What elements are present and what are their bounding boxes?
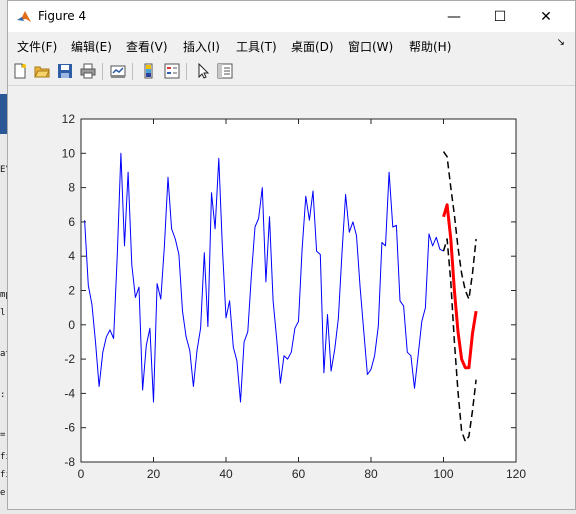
menu-edit[interactable]: 编辑(E) xyxy=(71,38,112,55)
menu-window[interactable]: 窗口(W) xyxy=(348,38,393,55)
insert-colorbar-icon[interactable] xyxy=(140,62,158,80)
y-tick-label: 10 xyxy=(62,146,76,160)
open-file-icon[interactable] xyxy=(33,62,51,80)
menu-view[interactable]: 查看(V) xyxy=(126,38,168,55)
minimize-button[interactable]: — xyxy=(431,1,477,32)
figure-toolbar xyxy=(8,58,575,86)
minimize-icon: — xyxy=(447,8,461,25)
y-tick-label: 2 xyxy=(68,284,75,298)
edit-plot-icon[interactable] xyxy=(194,62,212,80)
x-tick-label: 40 xyxy=(219,467,233,481)
property-inspector-icon[interactable] xyxy=(216,62,234,80)
menu-tools[interactable]: 工具(T) xyxy=(236,38,277,55)
y-tick-label: -4 xyxy=(64,386,75,400)
y-tick-label: -6 xyxy=(64,421,75,435)
background-fragment: : xyxy=(0,390,6,400)
maximize-button[interactable]: ☐ xyxy=(477,1,523,32)
x-tick-label: 0 xyxy=(78,467,85,481)
matlab-logo-icon xyxy=(17,11,31,22)
menu-help[interactable]: 帮助(H) xyxy=(409,38,451,55)
maximize-icon: ☐ xyxy=(493,8,507,25)
background-fragment: = xyxy=(0,430,6,440)
toolbar-separator xyxy=(102,63,103,80)
y-tick-label: -8 xyxy=(64,455,75,469)
y-tick-label: 12 xyxy=(62,112,76,126)
window-title: Figure 4 xyxy=(38,9,87,23)
x-tick-label: 100 xyxy=(433,467,453,481)
y-tick-label: -2 xyxy=(64,352,75,366)
save-icon[interactable] xyxy=(56,62,74,80)
toolbar-separator xyxy=(186,63,187,80)
y-tick-label: 8 xyxy=(68,181,75,195)
y-tick-label: 6 xyxy=(68,215,75,229)
menu-bar: 文件(F) 编辑(E) 查看(V) 插入(I) 工具(T) 桌面(D) 窗口(W… xyxy=(8,32,575,58)
close-icon: ✕ xyxy=(540,8,552,25)
x-tick-label: 120 xyxy=(506,467,526,481)
menu-desktop[interactable]: 桌面(D) xyxy=(291,38,334,55)
x-tick-label: 60 xyxy=(292,467,306,481)
y-tick-label: 0 xyxy=(68,318,75,332)
toolbar-separator xyxy=(132,63,133,80)
title-bar[interactable]: Figure 4 — ☐ ✕ xyxy=(8,1,575,32)
figure-window: Figure 4 — ☐ ✕ 文件(F) 编辑(E) 查看(V) 插入(I) 工… xyxy=(7,0,576,510)
menu-insert[interactable]: 插入(I) xyxy=(183,38,220,55)
x-tick-label: 80 xyxy=(364,467,378,481)
close-button[interactable]: ✕ xyxy=(523,1,569,32)
y-tick-label: 4 xyxy=(68,249,75,263)
line-chart[interactable]: 0 20 40 60 80 100 120 -8 -6 -4 -2 0 2 4 6 8 10 12 xyxy=(8,86,575,509)
new-figure-icon[interactable] xyxy=(11,62,29,80)
menu-file[interactable]: 文件(F) xyxy=(17,38,57,55)
x-tick-label: 20 xyxy=(147,467,161,481)
link-plot-icon[interactable] xyxy=(109,62,127,80)
print-icon[interactable] xyxy=(79,62,97,80)
figure-canvas[interactable]: 0 20 40 60 80 100 120 -8 -6 -4 -2 0 2 4 6 8 10 12 xyxy=(8,86,575,509)
insert-legend-icon[interactable] xyxy=(163,62,181,80)
plot-area xyxy=(81,119,516,462)
dock-figure-icon[interactable]: ↘ xyxy=(557,37,565,48)
